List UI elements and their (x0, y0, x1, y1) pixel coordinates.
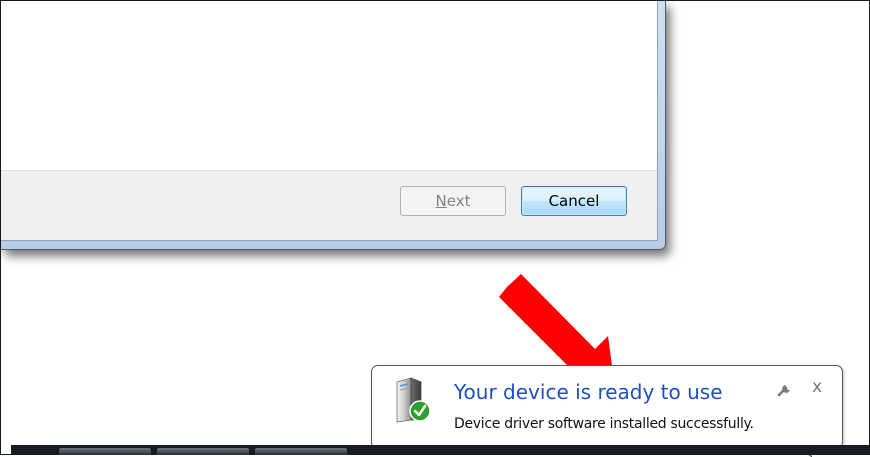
notification-message: Device driver software installed success… (454, 416, 754, 432)
next-button-accesskey: N (435, 192, 447, 210)
wrench-icon[interactable] (776, 381, 794, 399)
notification-balloon[interactable]: Your device is ready to use Device drive… (371, 365, 843, 457)
device-driver-icon (396, 377, 431, 423)
next-button-label: ext (446, 192, 471, 210)
close-icon[interactable]: x (808, 376, 826, 398)
taskbar-button[interactable] (255, 448, 347, 455)
wizard-button-bar: Next Cancel (1, 170, 657, 240)
taskbar-button[interactable] (59, 448, 151, 455)
cancel-button[interactable]: Cancel (521, 186, 627, 216)
wizard-client-area: Next Cancel (1, 1, 658, 241)
desktop-background: Next Cancel Your device is ready to use … (0, 0, 870, 457)
taskbar-button[interactable] (157, 448, 249, 455)
taskbar (11, 445, 869, 455)
notification-title[interactable]: Your device is ready to use (454, 380, 723, 404)
next-button[interactable]: Next (400, 186, 506, 216)
driver-install-wizard-window: Next Cancel (1, 1, 666, 250)
